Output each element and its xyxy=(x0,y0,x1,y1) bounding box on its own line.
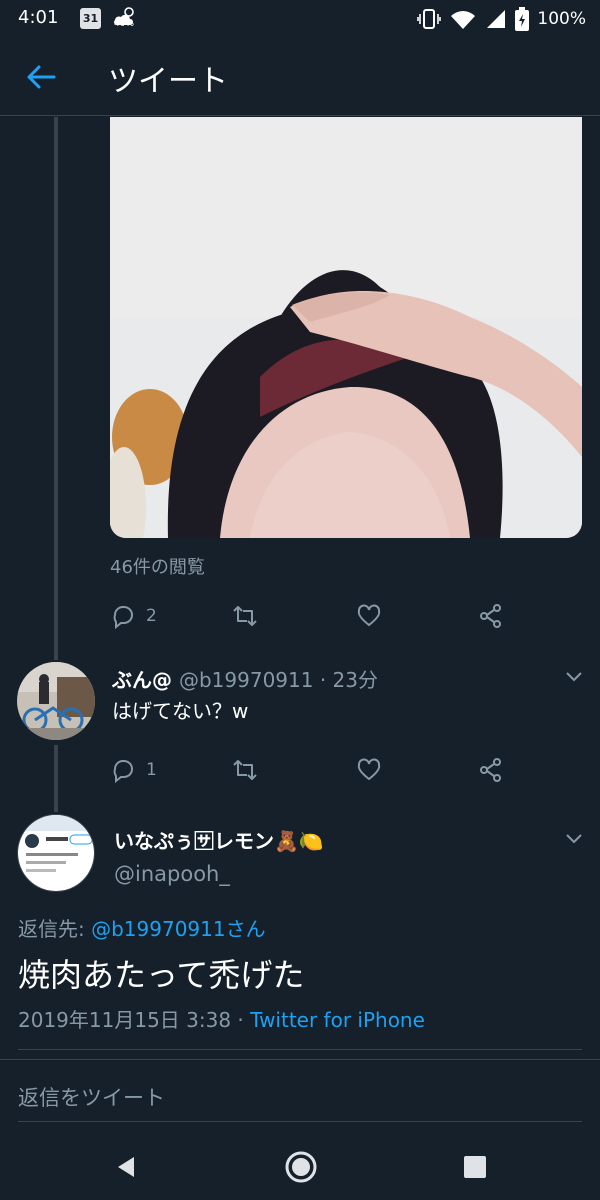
chevron-down-icon[interactable] xyxy=(563,827,585,849)
share-button[interactable] xyxy=(478,603,504,629)
avatar-image xyxy=(17,662,95,740)
tweet-date[interactable]: 2019年11月15日 3:38 xyxy=(18,1008,231,1032)
avatar[interactable] xyxy=(17,814,95,892)
heart-icon xyxy=(357,604,381,627)
reply-count: 1 xyxy=(146,760,157,780)
retweet-icon xyxy=(233,606,257,626)
meta-separator: · xyxy=(231,1008,251,1032)
app-header: ツイート xyxy=(0,38,600,116)
page-title: ツイート xyxy=(108,64,228,99)
share-icon xyxy=(480,758,501,782)
home-circle-icon[interactable] xyxy=(282,1148,320,1186)
wifi-icon xyxy=(451,11,476,29)
reply-to-label: 返信先: xyxy=(18,917,92,941)
vibrate-icon xyxy=(417,9,442,29)
reply-icon xyxy=(113,760,133,783)
reply-icon xyxy=(113,606,133,629)
reply-to-line: 返信先: @b19970911さん xyxy=(18,913,266,942)
reply-button[interactable]: 2 xyxy=(110,603,157,629)
reply-button[interactable]: 1 xyxy=(110,757,157,783)
display-name: ぶん@ xyxy=(112,668,172,692)
retweet-button[interactable] xyxy=(232,757,258,783)
back-triangle-icon[interactable] xyxy=(108,1148,146,1186)
like-button[interactable] xyxy=(356,757,382,783)
reply-text: はげてない？w xyxy=(112,699,249,723)
avatar-image xyxy=(18,815,94,891)
weather-percent: 40% xyxy=(114,19,135,29)
view-count: 46件の閲覧 xyxy=(110,557,205,578)
client-link[interactable]: Twitter for iPhone xyxy=(250,1008,425,1032)
handle[interactable]: @inapooh_ xyxy=(114,862,230,886)
retweet-icon xyxy=(233,760,257,780)
media-image xyxy=(110,117,582,538)
retweet-button[interactable] xyxy=(232,603,258,629)
calendar-icon: 31 xyxy=(80,8,101,29)
reply-underline xyxy=(18,1121,582,1122)
status-bar: 4:01 31 40% 100% xyxy=(0,0,600,38)
reply-author[interactable]: ぶん@ @b19970911 · 23分 xyxy=(112,664,378,693)
like-button[interactable] xyxy=(356,603,382,629)
meta-separator: · xyxy=(313,668,333,692)
heart-icon xyxy=(357,758,381,781)
tweet-actions-prev: 2 xyxy=(110,603,510,633)
timestamp: 23分 xyxy=(332,668,378,692)
thread-line-top xyxy=(54,117,58,660)
signal-icon xyxy=(487,10,506,28)
tweet-actions-reply: 1 xyxy=(110,757,510,787)
header-divider xyxy=(0,115,600,116)
arrow-left-icon[interactable] xyxy=(24,60,58,94)
share-icon xyxy=(480,604,501,628)
divider xyxy=(0,1059,600,1060)
focus-author[interactable]: いなぷぅ🈂レモン🧸🍋 xyxy=(114,825,324,854)
battery-percent: 100% xyxy=(537,9,586,29)
avatar[interactable] xyxy=(17,662,95,740)
reply-input[interactable]: 返信をツイート xyxy=(18,1082,165,1112)
status-right: 100% xyxy=(417,6,586,32)
tweet-media[interactable] xyxy=(110,117,582,538)
recents-square-icon[interactable] xyxy=(456,1148,494,1186)
reply-to-link[interactable]: @b19970911さん xyxy=(91,917,266,941)
handle: @b19970911 xyxy=(178,668,314,692)
thread-line-bottom xyxy=(54,745,58,812)
share-button[interactable] xyxy=(478,757,504,783)
battery-icon xyxy=(515,7,530,31)
tweet-meta: 2019年11月15日 3:38 · Twitter for iPhone xyxy=(18,1004,425,1033)
chevron-down-icon[interactable] xyxy=(563,665,585,687)
divider xyxy=(18,1049,582,1050)
tweet-text: 焼肉あたって禿げた xyxy=(18,956,305,994)
status-time: 4:01 xyxy=(18,7,59,28)
reply-count: 2 xyxy=(146,606,157,626)
system-nav-bar xyxy=(0,1132,600,1200)
